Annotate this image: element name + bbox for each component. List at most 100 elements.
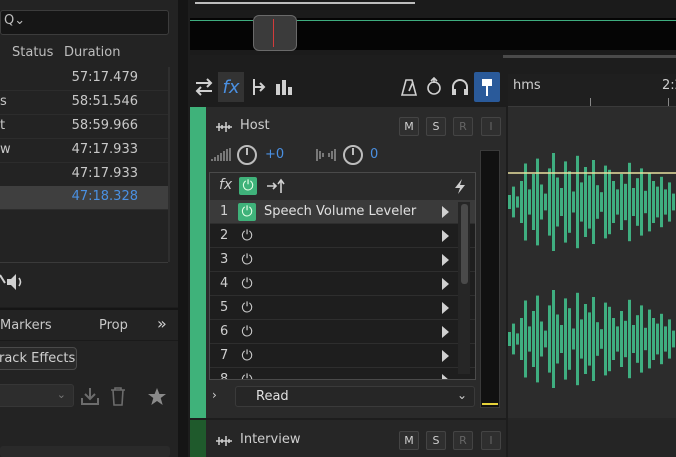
tab-properties[interactable]: Prop	[99, 318, 128, 333]
effect-slot[interactable]: 3 ⏻	[210, 249, 475, 272]
panel-gap	[178, 0, 188, 457]
power-icon[interactable]: ⏻	[238, 299, 256, 317]
track-name[interactable]: Interview	[240, 432, 300, 447]
effect-slot[interactable]: 5 ⏻	[210, 297, 475, 320]
effects-preset-select[interactable]: ⌄	[0, 384, 74, 407]
waveform-bar	[624, 183, 627, 221]
loop-icon[interactable]	[421, 72, 447, 102]
power-icon[interactable]: ⏻	[238, 347, 256, 365]
rack-power-icon[interactable]: ⏻	[239, 177, 257, 195]
file-row[interactable]: 57:17.479	[0, 67, 168, 91]
headphones-icon[interactable]	[447, 72, 473, 102]
file-row[interactable]: 47:17.933	[0, 163, 168, 187]
volume-knob[interactable]	[237, 145, 257, 165]
file-row-selected[interactable]: 47:18.328	[0, 186, 168, 210]
column-header-status[interactable]: Status	[12, 45, 53, 60]
waveform-bar	[572, 191, 575, 213]
expand-arrow-icon[interactable]	[442, 230, 449, 242]
automation-mode-select[interactable]: Read ⌄	[235, 386, 475, 407]
power-icon[interactable]: ⏻	[238, 275, 256, 293]
expand-arrow-icon[interactable]	[442, 326, 449, 338]
waveform-bar	[528, 189, 531, 215]
power-icon[interactable]: ⏻	[238, 323, 256, 341]
input-monitor-button[interactable]: I	[481, 117, 501, 136]
metronome-icon[interactable]	[396, 72, 422, 102]
waveform-bar	[532, 311, 535, 367]
expand-arrow-icon[interactable]	[442, 254, 449, 266]
star-icon[interactable]	[147, 387, 167, 406]
effect-name[interactable]: Speech Volume Leveler	[264, 204, 416, 219]
bars-icon[interactable]	[271, 72, 297, 102]
effect-slot[interactable]: 1 ⏻ Speech Volume Leveler	[210, 201, 475, 224]
waveform-bar	[544, 193, 547, 211]
pan-knob[interactable]	[343, 145, 363, 165]
pan-value[interactable]: 0	[370, 147, 378, 162]
waveform-bar	[516, 333, 519, 345]
tab-markers[interactable]: Markers	[0, 318, 52, 333]
zoom-handle[interactable]	[253, 15, 297, 51]
waveform-bar	[624, 320, 627, 358]
power-icon[interactable]: ⏻	[238, 203, 256, 221]
speaker-icon[interactable]	[0, 271, 26, 293]
time-ruler[interactable]: hms 2:2	[508, 74, 676, 107]
power-icon[interactable]: ⏻	[238, 251, 256, 269]
ruler-tick	[668, 98, 669, 106]
effect-slot[interactable]: 6 ⏻	[210, 321, 475, 344]
download-icon[interactable]	[80, 386, 100, 406]
file-row[interactable]: s 58:51.546	[0, 91, 168, 115]
record-arm-button[interactable]: R	[453, 117, 473, 136]
expand-arrow-icon[interactable]	[442, 374, 449, 379]
input-monitor-button[interactable]: I	[481, 431, 501, 450]
waveform-bar	[640, 168, 643, 236]
lightning-icon[interactable]	[453, 178, 467, 195]
meter-peak	[482, 403, 498, 405]
clip-interview[interactable]	[508, 420, 676, 457]
slot-number: 2	[220, 228, 229, 243]
expand-arrow-icon[interactable]	[442, 206, 449, 218]
effect-slot[interactable]: 2 ⏻	[210, 225, 475, 248]
expand-chevron-icon[interactable]: ›	[212, 388, 217, 402]
pin-icon[interactable]	[474, 72, 500, 102]
file-row[interactable]: t 58:59.966	[0, 115, 168, 139]
pre-post-fader-icon[interactable]	[266, 178, 286, 194]
power-icon[interactable]: ⏻	[238, 227, 256, 245]
mute-button[interactable]: M	[399, 431, 419, 450]
column-header-duration[interactable]: Duration	[64, 45, 120, 60]
track-effects-button[interactable]: rack Effects	[0, 347, 77, 370]
waveform-icon	[216, 436, 232, 446]
waveform-bar	[644, 190, 647, 214]
waveform-bar	[636, 315, 639, 363]
track-name[interactable]: Host	[240, 118, 270, 133]
rack-scroll-thumb[interactable]	[461, 204, 468, 284]
files-scrollbar[interactable]	[168, 67, 170, 262]
search-input[interactable]: Q⌄	[0, 10, 169, 35]
trash-icon[interactable]	[109, 386, 127, 406]
power-icon[interactable]: ⏻	[238, 371, 256, 379]
fx-icon[interactable]: fx	[218, 72, 244, 102]
volume-value[interactable]: +0	[265, 147, 284, 162]
solo-button[interactable]: S	[426, 431, 446, 450]
expand-arrow-icon[interactable]	[442, 350, 449, 362]
file-row[interactable]: w 47:17.933	[0, 139, 168, 163]
record-arm-button[interactable]: R	[453, 431, 473, 450]
waveform-bar	[580, 319, 583, 359]
waveform-bar	[656, 323, 659, 355]
expand-arrow-icon[interactable]	[442, 302, 449, 314]
more-tabs-icon[interactable]: »	[157, 314, 167, 333]
effect-slot[interactable]: 8 ⏻	[210, 369, 475, 379]
mute-button[interactable]: M	[399, 117, 419, 136]
search-icon[interactable]: Q⌄	[4, 13, 25, 28]
solo-button[interactable]: S	[426, 117, 446, 136]
waveform-bar	[512, 186, 515, 218]
eq-icon[interactable]	[245, 72, 271, 102]
waveform-bar	[556, 314, 559, 364]
expand-arrow-icon[interactable]	[442, 278, 449, 290]
track-color-bar	[190, 107, 206, 418]
horizontal-scrollbar[interactable]	[503, 55, 676, 58]
effect-slot[interactable]: 4 ⏻	[210, 273, 475, 296]
waveform-bar	[604, 165, 607, 239]
effect-slot[interactable]: 7 ⏻	[210, 345, 475, 368]
clip-host[interactable]	[508, 107, 676, 418]
editor-toolbar: fx	[190, 72, 506, 102]
switch-icon[interactable]	[191, 72, 217, 102]
